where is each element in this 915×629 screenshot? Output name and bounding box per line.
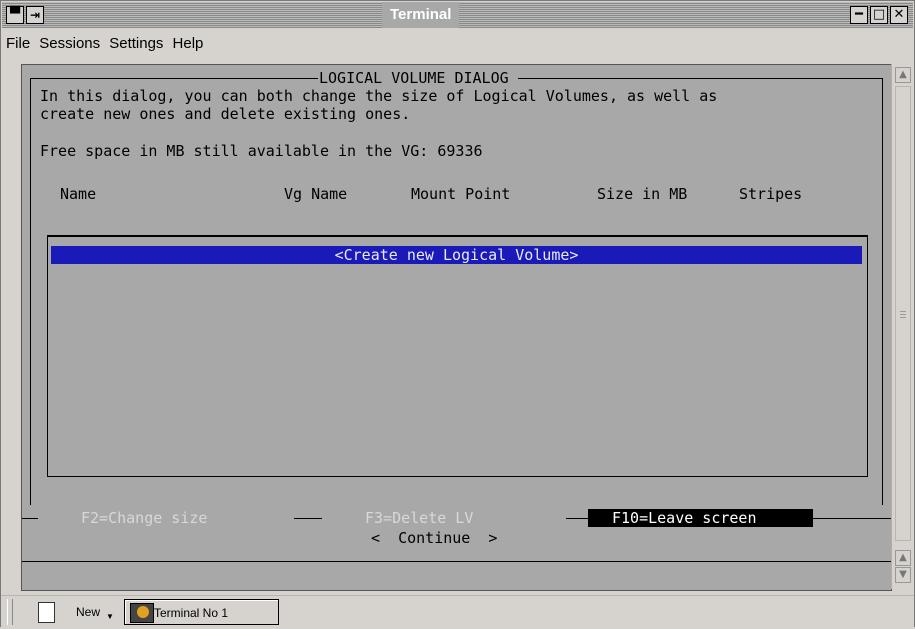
frame-bottom-seg4 xyxy=(813,518,891,519)
dialog-title: LOGICAL VOLUME DIALOG xyxy=(319,69,509,87)
frame-left xyxy=(30,78,31,505)
maximize-icon[interactable]: □ xyxy=(870,6,888,24)
column-name: Name xyxy=(60,185,97,203)
column-vg-name: Vg Name xyxy=(284,185,348,203)
menu-settings[interactable]: Settings xyxy=(105,29,163,59)
frame-bottom-seg1 xyxy=(22,518,38,519)
tab-terminal-no-1[interactable]: Terminal No 1 xyxy=(124,599,279,625)
logical-volume-list[interactable] xyxy=(47,235,868,477)
terminal-window: ▀ ⇥ Terminal ━ □ ✕ File Sessions Setting… xyxy=(0,0,915,627)
menu-help[interactable]: Help xyxy=(169,29,204,59)
frame-bottom-seg3 xyxy=(566,518,588,519)
frame-top-left xyxy=(30,78,318,79)
bar-handle xyxy=(7,599,13,625)
menu-sessions[interactable]: Sessions xyxy=(35,29,100,59)
session-bar: New ▼ Terminal No 1 xyxy=(1,595,914,627)
intro-line-1: In this dialog, you can both change the … xyxy=(40,87,718,105)
frame-top-right xyxy=(518,78,883,79)
frame-bottom-seg2 xyxy=(294,518,322,519)
new-session-button[interactable]: New ▼ xyxy=(30,599,120,625)
window-menu-icon[interactable]: ▀ xyxy=(6,6,24,24)
free-space-label: Free space in MB still available in the … xyxy=(40,142,483,160)
new-document-icon xyxy=(38,602,55,623)
terminal-screen[interactable]: LOGICAL VOLUME DIALOG In this dialog, yo… xyxy=(21,64,892,591)
tab-label: Terminal No 1 xyxy=(154,606,229,620)
column-stripes: Stripes xyxy=(739,185,803,203)
new-label: New xyxy=(76,605,101,619)
f10-leave-screen[interactable]: F10=Leave screen xyxy=(588,509,813,527)
frame-bottom-edge xyxy=(22,561,891,562)
frame-right xyxy=(882,78,883,505)
continue-button[interactable]: < Continue > xyxy=(371,529,497,547)
dropdown-arrow-icon: ▼ xyxy=(106,612,114,621)
terminal-scrollbar[interactable]: ▲ ▲ ▼ xyxy=(891,64,914,589)
scrollbar-thumb[interactable] xyxy=(895,86,911,541)
menu-bar: File Sessions Settings Help xyxy=(2,29,913,59)
scroll-up-icon-lower[interactable]: ▲ xyxy=(895,550,911,566)
column-size: Size in MB xyxy=(597,185,688,203)
create-new-lv-item[interactable]: <Create new Logical Volume> xyxy=(51,246,862,264)
scroll-up-icon[interactable]: ▲ xyxy=(895,67,911,83)
minimize-icon[interactable]: ━ xyxy=(850,6,868,24)
menu-file[interactable]: File xyxy=(2,29,30,59)
f2-change-size[interactable]: F2=Change size xyxy=(81,509,207,527)
window-title: Terminal xyxy=(382,2,460,28)
f3-delete-lv[interactable]: F3=Delete LV xyxy=(365,509,473,527)
pin-icon[interactable]: ⇥ xyxy=(26,6,44,24)
column-mount-point: Mount Point xyxy=(411,185,511,203)
title-bar[interactable]: ▀ ⇥ Terminal ━ □ ✕ xyxy=(2,2,913,28)
close-icon[interactable]: ✕ xyxy=(890,6,908,24)
scroll-down-icon[interactable]: ▼ xyxy=(895,567,911,583)
terminal-shell-icon xyxy=(130,603,154,623)
intro-line-2: create new ones and delete existing ones… xyxy=(40,105,411,123)
